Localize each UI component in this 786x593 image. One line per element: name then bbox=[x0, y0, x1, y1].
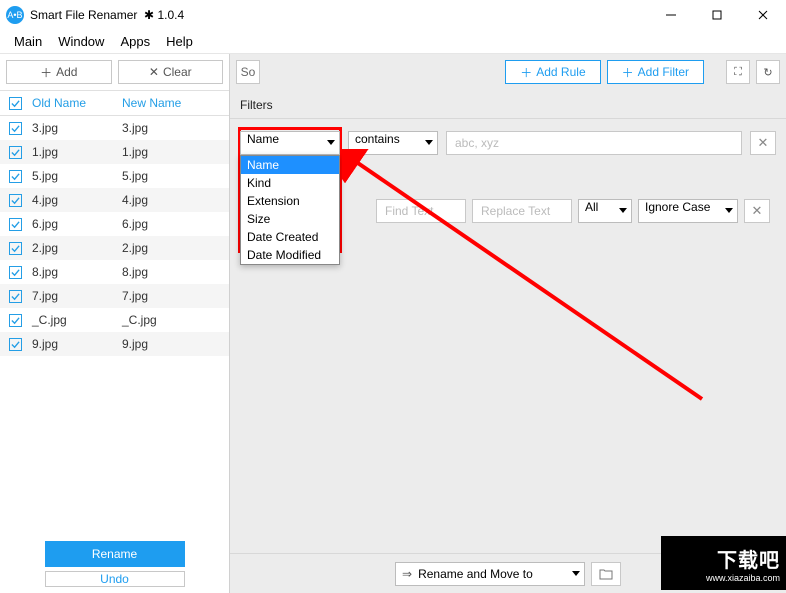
table-row[interactable]: 4.jpg4.jpg bbox=[0, 188, 229, 212]
clear-button[interactable]: ✕Clear bbox=[118, 60, 224, 84]
new-name-cell: 6.jpg bbox=[120, 217, 229, 231]
rename-move-select[interactable]: ⇒Rename and Move to bbox=[395, 562, 585, 586]
filters-heading: Filters bbox=[230, 90, 786, 119]
dropdown-option[interactable]: Extension bbox=[241, 192, 339, 210]
app-icon: A•B bbox=[6, 6, 24, 24]
new-name-cell: 7.jpg bbox=[120, 289, 229, 303]
table-row[interactable]: 1.jpg1.jpg bbox=[0, 140, 229, 164]
chevron-down-icon bbox=[619, 208, 627, 213]
maximize-button[interactable] bbox=[694, 0, 740, 30]
col-new-name[interactable]: New Name bbox=[120, 96, 229, 110]
col-old-name[interactable]: Old Name bbox=[30, 96, 120, 110]
menu-main[interactable]: Main bbox=[6, 32, 50, 51]
table-row[interactable]: 9.jpg9.jpg bbox=[0, 332, 229, 356]
filter-field-select[interactable]: Name bbox=[240, 131, 340, 155]
row-checkbox[interactable] bbox=[9, 314, 22, 327]
row-checkbox[interactable] bbox=[9, 290, 22, 303]
left-panel: ＋Add ✕Clear Old Name New Name 3.jpg3.jpg… bbox=[0, 54, 230, 593]
close-button[interactable] bbox=[740, 0, 786, 30]
add-rule-button[interactable]: ＋Add Rule bbox=[505, 60, 600, 84]
grid-header: Old Name New Name bbox=[0, 90, 229, 116]
watermark: 下载吧 www.xiazaiba.com bbox=[661, 536, 786, 590]
row-checkbox[interactable] bbox=[9, 266, 22, 279]
menu-help[interactable]: Help bbox=[158, 32, 201, 51]
row-checkbox[interactable] bbox=[9, 338, 22, 351]
chevron-down-icon bbox=[327, 140, 335, 145]
sort-button[interactable]: So bbox=[236, 60, 260, 84]
table-row[interactable]: 6.jpg6.jpg bbox=[0, 212, 229, 236]
expand-icon[interactable]: ⛶ bbox=[726, 60, 750, 84]
remove-filter-button[interactable]: ✕ bbox=[750, 131, 776, 155]
old-name-cell: 5.jpg bbox=[30, 169, 120, 183]
select-all-checkbox[interactable] bbox=[9, 97, 22, 110]
filter-value-input[interactable]: abc, xyz bbox=[446, 131, 742, 155]
dropdown-option[interactable]: Kind bbox=[241, 174, 339, 192]
chevron-down-icon bbox=[725, 208, 733, 213]
folder-icon bbox=[599, 568, 613, 580]
row-checkbox[interactable] bbox=[9, 170, 22, 183]
minimize-button[interactable] bbox=[648, 0, 694, 30]
find-text-input[interactable]: Find Text bbox=[376, 199, 466, 223]
old-name-cell: 7.jpg bbox=[30, 289, 120, 303]
chevron-down-icon bbox=[425, 140, 433, 145]
case-select[interactable]: Ignore Case bbox=[638, 199, 738, 223]
undo-button[interactable]: Undo bbox=[45, 571, 185, 587]
row-checkbox[interactable] bbox=[9, 242, 22, 255]
new-name-cell: 4.jpg bbox=[120, 193, 229, 207]
replace-text-input[interactable]: Replace Text bbox=[472, 199, 572, 223]
old-name-cell: 1.jpg bbox=[30, 145, 120, 159]
file-list: 3.jpg3.jpg1.jpg1.jpg5.jpg5.jpg4.jpg4.jpg… bbox=[0, 116, 229, 535]
dropdown-option[interactable]: Date Created bbox=[241, 228, 339, 246]
new-name-cell: 8.jpg bbox=[120, 265, 229, 279]
refresh-icon[interactable]: ↻ bbox=[756, 60, 780, 84]
dropdown-option[interactable]: Date Modified bbox=[241, 246, 339, 264]
browse-folder-button[interactable] bbox=[591, 562, 621, 586]
row-checkbox[interactable] bbox=[9, 194, 22, 207]
new-name-cell: 9.jpg bbox=[120, 337, 229, 351]
rename-button[interactable]: Rename bbox=[45, 541, 185, 567]
old-name-cell: 8.jpg bbox=[30, 265, 120, 279]
row-checkbox[interactable] bbox=[9, 146, 22, 159]
old-name-cell: _C.jpg bbox=[30, 313, 120, 327]
table-row[interactable]: 5.jpg5.jpg bbox=[0, 164, 229, 188]
menu-window[interactable]: Window bbox=[50, 32, 112, 51]
old-name-cell: 9.jpg bbox=[30, 337, 120, 351]
dropdown-option[interactable]: Name bbox=[241, 156, 339, 174]
window-controls bbox=[648, 0, 786, 30]
table-row[interactable]: _C.jpg_C.jpg bbox=[0, 308, 229, 332]
menu-apps[interactable]: Apps bbox=[112, 32, 158, 51]
table-row[interactable]: 2.jpg2.jpg bbox=[0, 236, 229, 260]
filter-condition-select[interactable]: contains bbox=[348, 131, 438, 155]
right-panel: So ＋Add Rule ＋Add Filter ⛶ ↻ Filters Nam… bbox=[230, 54, 786, 593]
old-name-cell: 6.jpg bbox=[30, 217, 120, 231]
table-row[interactable]: 3.jpg3.jpg bbox=[0, 116, 229, 140]
remove-rule-button[interactable]: ✕ bbox=[744, 199, 770, 223]
add-button[interactable]: ＋Add bbox=[6, 60, 112, 84]
chevron-down-icon bbox=[572, 571, 580, 576]
old-name-cell: 2.jpg bbox=[30, 241, 120, 255]
old-name-cell: 4.jpg bbox=[30, 193, 120, 207]
table-row[interactable]: 8.jpg8.jpg bbox=[0, 260, 229, 284]
new-name-cell: 3.jpg bbox=[120, 121, 229, 135]
table-row[interactable]: 7.jpg7.jpg bbox=[0, 284, 229, 308]
new-name-cell: 5.jpg bbox=[120, 169, 229, 183]
new-name-cell: 2.jpg bbox=[120, 241, 229, 255]
row-checkbox[interactable] bbox=[9, 218, 22, 231]
scope-select[interactable]: All bbox=[578, 199, 632, 223]
dropdown-option[interactable]: Size bbox=[241, 210, 339, 228]
new-name-cell: _C.jpg bbox=[120, 313, 229, 327]
add-filter-button[interactable]: ＋Add Filter bbox=[607, 60, 704, 84]
app-title: Smart File Renamer ✱ 1.0.4 bbox=[30, 8, 184, 22]
new-name-cell: 1.jpg bbox=[120, 145, 229, 159]
row-checkbox[interactable] bbox=[9, 122, 22, 135]
title-bar: A•B Smart File Renamer ✱ 1.0.4 bbox=[0, 0, 786, 30]
menu-bar: Main Window Apps Help bbox=[0, 30, 786, 54]
annotation-arrow bbox=[342, 149, 722, 409]
old-name-cell: 3.jpg bbox=[30, 121, 120, 135]
filter-row: Name contains abc, xyz ✕ bbox=[240, 131, 776, 155]
filter-field-dropdown[interactable]: NameKindExtensionSizeDate CreatedDate Mo… bbox=[240, 155, 340, 265]
